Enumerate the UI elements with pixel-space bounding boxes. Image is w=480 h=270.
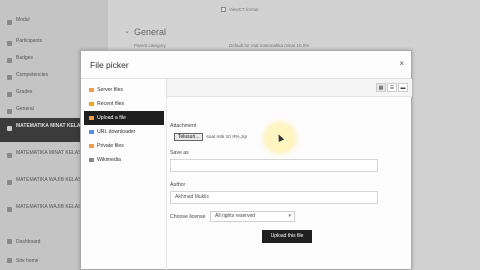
repository-label: Recent files — [97, 101, 125, 107]
license-select[interactable]: All rights reserved ▾ — [210, 211, 295, 222]
repository-label: URL downloader — [97, 129, 136, 135]
sidebar-item-label: Modul — [16, 17, 30, 23]
repository-item[interactable]: Private files — [84, 139, 164, 153]
sidebar-item-label: Participants — [16, 38, 43, 44]
dialog-title: File picker — [90, 60, 129, 70]
sidebar-item-icon — [7, 239, 12, 244]
sidebar-item-label: Badges — [16, 55, 33, 61]
sidebar-item-icon — [7, 153, 12, 158]
repository-label: Private files — [97, 143, 124, 149]
icon-view-button[interactable]: ▦ — [376, 83, 386, 92]
license-label: Choose license — [170, 214, 206, 220]
tree-view-button[interactable]: ▬ — [398, 83, 408, 92]
sidebar-item-label: MATEMATIKA WAJIB KELAS 11 — [16, 204, 89, 210]
sidebar-item-label: Dashboard — [16, 239, 41, 245]
sidebar-item-label: Grades — [16, 89, 33, 95]
author-label: Author — [170, 182, 186, 188]
attachment-field: Telusuri... soal mtk 10 IPA.zip — [174, 133, 247, 141]
list-view-button[interactable]: ☰ — [387, 83, 397, 92]
file-picker-toolbar: ▦ ☰ ▬ — [167, 79, 412, 97]
chevron-down-icon: ▾ — [288, 213, 291, 219]
repository-label: Server files — [97, 87, 123, 93]
section-title: General — [134, 27, 167, 37]
repository-icon — [89, 144, 94, 148]
sidebar-item[interactable]: Participants — [0, 33, 108, 50]
sidebar-item-icon — [7, 207, 12, 212]
sidebar-item-icon — [7, 20, 12, 25]
course-category-label: Parent category — [134, 43, 166, 48]
repository-item[interactable]: Wikimedia — [84, 153, 164, 167]
sidebar-item[interactable]: Modul — [0, 12, 108, 29]
dialog-header: File picker × — [81, 51, 411, 79]
sidebar-item-label: MATEMATIKA MINAT KELAS 11 — [16, 150, 89, 156]
repository-icon — [89, 158, 94, 162]
license-value: All rights reserved — [215, 213, 256, 219]
sidebar-item-icon — [7, 126, 12, 131]
sidebar-item-icon — [7, 258, 12, 263]
repository-icon — [89, 116, 94, 120]
repository-icon — [89, 88, 94, 92]
divider — [166, 79, 167, 270]
sidebar-item-icon — [7, 58, 12, 63]
top-option-label: ViewCT format — [229, 7, 259, 12]
sidebar-item-icon — [7, 92, 12, 97]
upload-file-button[interactable]: Upload this file — [262, 230, 312, 243]
browse-button[interactable]: Telusuri... — [174, 133, 204, 141]
sidebar-item-label: Competencies — [16, 72, 48, 78]
format-checkbox[interactable] — [221, 7, 226, 12]
repository-icon — [89, 130, 94, 134]
close-icon[interactable]: × — [399, 59, 404, 68]
sidebar-item-label: Site home — [16, 258, 39, 264]
chevron-down-icon[interactable]: ⌄ — [124, 27, 130, 35]
sidebar-item-icon — [7, 109, 12, 114]
sidebar-item-label: MATEMATIKA WAJIB KELAS 10 — [16, 177, 89, 183]
save-as-input[interactable] — [170, 159, 378, 172]
sidebar-item-icon — [7, 41, 12, 46]
sidebar-item-icon — [7, 75, 12, 80]
sidebar-item-icon — [7, 180, 12, 185]
repository-item[interactable]: URL downloader — [84, 125, 164, 139]
repository-item[interactable]: Upload a file — [84, 111, 164, 125]
save-as-label: Save as — [170, 150, 189, 156]
repository-label: Wikimedia — [97, 157, 121, 163]
sidebar-item-label: General — [16, 106, 34, 112]
file-name: soal mtk 10 IPA.zip — [206, 134, 248, 140]
attachment-label: Attachment — [170, 123, 197, 129]
repository-item[interactable]: Server files — [84, 83, 164, 97]
repository-list: Server files Recent files Upload a file URL… — [84, 83, 164, 167]
author-input[interactable]: Akhmad Muklis — [170, 191, 378, 204]
repository-icon — [89, 102, 94, 106]
repository-label: Upload a file — [97, 115, 126, 121]
course-category-value: Default for mat matematika minat 10.0% — [229, 43, 310, 48]
repository-item[interactable]: Recent files — [84, 97, 164, 111]
